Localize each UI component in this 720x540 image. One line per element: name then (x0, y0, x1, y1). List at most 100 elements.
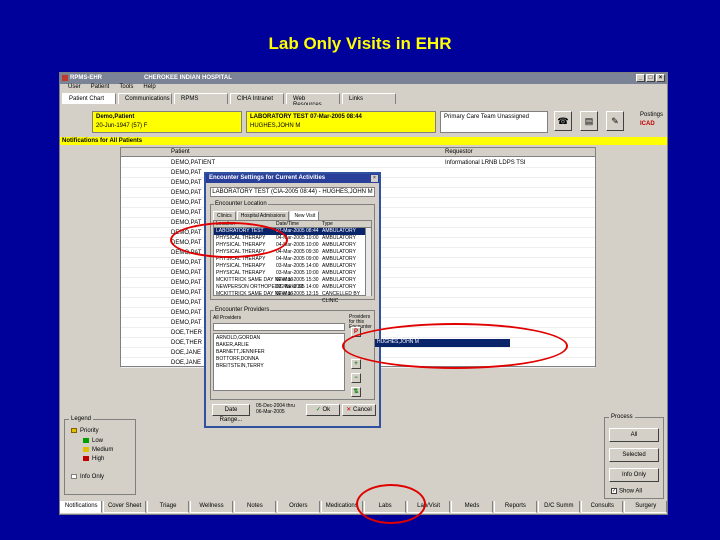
visit-location: PHYSICAL THERAPY (216, 270, 266, 276)
patient-cell: DEMO,PAT (171, 270, 202, 276)
maximize-icon[interactable]: □ (646, 74, 655, 82)
menu-user[interactable]: User (68, 84, 81, 93)
visits-scrollbar[interactable] (365, 228, 371, 296)
tab-rpms[interactable]: RPMS (174, 93, 228, 104)
legend-high: High (83, 456, 104, 462)
low-priority-icon (83, 438, 89, 443)
tools-icon[interactable]: ✎ (606, 111, 624, 131)
tab-orders[interactable]: Orders (277, 501, 320, 513)
visit-row[interactable]: NEWPERSON ORTHOPEDIC NEW 30 02-Mar-2005 1… (214, 284, 366, 291)
tab-notes[interactable]: Notes (233, 501, 277, 513)
col-type[interactable]: Type (322, 221, 333, 227)
tab-consults[interactable]: Consults (581, 501, 624, 513)
provider-search-input[interactable] (213, 323, 345, 331)
facility-name: CHEROKEE INDIAN HOSPITAL (144, 75, 232, 81)
menu-help[interactable]: Help (143, 84, 155, 93)
list-item[interactable]: BOTTORF,DONNA (216, 356, 259, 363)
all-providers-list[interactable]: ARNOLD,GORDAN BAKER,ARLIE BARNETT,JENNIFER… (213, 333, 345, 391)
patient-selector[interactable]: Demo,Patient 20-Jun-1947 (57) F (92, 111, 242, 133)
patient-cell: DOE,JANE (171, 350, 202, 356)
process-selected-button[interactable]: Selected (609, 448, 659, 462)
visit-row[interactable]: PHYSICAL THERAPY 03-Mar-2005 10:00 AMBULAT… (214, 270, 366, 277)
legend-priority: Priority (71, 428, 99, 434)
tab-ciha-intranet[interactable]: CIHA Intranet (230, 93, 284, 104)
remove-provider-icon[interactable]: − (351, 373, 361, 383)
patient-cell: DEMO,PAT (171, 190, 202, 196)
legend-info-only: Info Only (71, 474, 104, 480)
visit-row[interactable]: MCKITTRICK SAME DAY NEW 30 02-Mar-2005 15… (214, 277, 366, 284)
list-item[interactable]: ARNOLD,GORDAN (216, 335, 260, 342)
app-icon (62, 75, 68, 81)
legend-title: Legend (69, 416, 94, 422)
alert-icon[interactable]: ☎ (554, 111, 572, 131)
postings-label: Postings (640, 112, 664, 118)
list-item[interactable]: BAKER,ARLIE (216, 342, 249, 349)
list-item[interactable]: BARNETT,JENNIFER (216, 349, 265, 356)
legend-label: Medium (92, 447, 114, 454)
dialog-title: Encounter Settings for Current Activitie… (206, 174, 379, 183)
process-all-button[interactable]: All (609, 428, 659, 442)
minimize-icon[interactable]: _ (636, 74, 645, 82)
window-titlebar[interactable]: RPMS-EHR CHEROKEE INDIAN HOSPITAL _ □ × (60, 73, 667, 84)
highlight-ring-provider (342, 323, 568, 369)
ok-label: Ok (322, 407, 331, 413)
visit-row[interactable]: MCKITTRICK SAME DAY NEW 30 02-Mar-2005 13… (214, 291, 366, 304)
legend-label: Priority (80, 428, 99, 435)
tab-communications[interactable]: Communications (118, 93, 172, 104)
tab-hospital-admissions[interactable]: Hospital Admissions (236, 211, 290, 220)
encounter-providers-label: Encounter Providers (214, 307, 271, 313)
tab-clinics[interactable]: Clinics (213, 211, 236, 220)
date-range-button[interactable]: Date Range... (212, 404, 250, 423)
visit-date: 03-Mar-2005 10:00 (276, 270, 319, 276)
col-patient[interactable]: Patient (171, 149, 190, 155)
visit-type: AMBULATORY (322, 284, 356, 290)
slide-title: Lab Only Visits in EHR (268, 34, 452, 53)
info-icon (71, 474, 77, 479)
tab-surgery[interactable]: Surgery (624, 501, 667, 513)
tab-wellness[interactable]: Wellness (190, 501, 233, 513)
tab-new-visit[interactable]: New Visit (290, 211, 320, 220)
col-date-time[interactable]: Date/Time (276, 221, 299, 227)
dialog-encounter-header: LABORATORY TEST (CIA-2005 08:44) - HUGHE… (210, 187, 375, 197)
postings[interactable]: Postings ICAD (640, 111, 663, 129)
highlight-ring-visit (170, 222, 288, 258)
patient-cell: DOE,THER (171, 330, 203, 336)
x-icon: ✕ (346, 407, 353, 413)
add-provider-icon[interactable]: + (351, 359, 361, 369)
visit-type: AMBULATORY (322, 263, 356, 269)
primary-care-team[interactable]: Primary Care Team Unassigned (440, 111, 548, 133)
tab-notifications[interactable]: Notifications (60, 501, 103, 513)
tab-patient-chart[interactable]: Patient Chart (62, 93, 116, 104)
tab-reports[interactable]: Reports (494, 501, 537, 513)
menu-tools[interactable]: Tools (119, 84, 133, 93)
tab-cover-sheet[interactable]: Cover Sheet (103, 501, 146, 513)
close-icon[interactable]: × (656, 74, 665, 82)
postings-code: ICAD (640, 121, 655, 127)
cancel-button[interactable]: ✕ Cancel (342, 404, 376, 416)
tab-meds[interactable]: Meds (450, 501, 494, 513)
ok-button[interactable]: ✓ Ok (306, 404, 340, 416)
tab-web-resources[interactable]: Web Resources (286, 93, 340, 108)
visit-date: 02-Mar-2005 15:30 (276, 277, 319, 283)
list-item[interactable]: BREITSTEIN,TERRY (216, 363, 264, 370)
tab-d-c-summ[interactable]: D/C Summ (537, 501, 581, 513)
process-info-only-button[interactable]: Info Only (609, 468, 659, 482)
col-requestor[interactable]: Requestor (445, 149, 473, 155)
window-title: RPMS-EHR (70, 75, 103, 81)
grid-header: Patient Requestor (121, 148, 595, 157)
menu-bar: User Patient Tools Help (60, 84, 667, 93)
document-icon[interactable]: ▤ (580, 111, 598, 131)
process-panel: Process All Selected Info Only ✓ Show All (604, 414, 664, 499)
tab-links[interactable]: Links (342, 93, 396, 104)
visit-selector[interactable]: LABORATORY TEST 07-Mar-2005 08:44 HUGHES… (246, 111, 436, 133)
menu-patient[interactable]: Patient (91, 84, 110, 93)
tab-triage[interactable]: Triage (146, 501, 190, 513)
visit-row[interactable]: PHYSICAL THERAPY 03-Mar-2005 14:00 AMBULAT… (214, 263, 366, 270)
high-priority-icon (83, 456, 89, 461)
show-all-checkbox[interactable]: ✓ Show All (611, 488, 642, 495)
dialog-close-icon[interactable]: × (371, 175, 378, 182)
swap-provider-icon[interactable]: ⇅ (351, 387, 361, 397)
legend-panel: Legend Priority Low Medium High Info Onl… (64, 416, 136, 495)
patient-cell: DEMO,PAT (171, 300, 202, 306)
table-row[interactable]: DEMO,PATIENT Informational LRNB LDPS TSI (121, 158, 595, 168)
